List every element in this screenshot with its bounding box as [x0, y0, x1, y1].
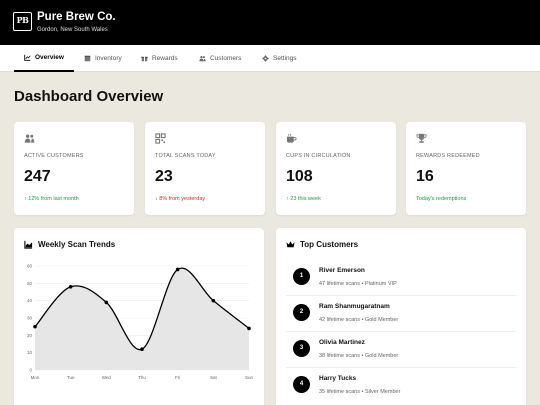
- area-chart-icon: [24, 240, 33, 249]
- tab-label: Inventory: [95, 54, 122, 62]
- rank-badge: 4: [293, 376, 310, 393]
- customer-meta: 35 lifetime scans • Silver Member: [319, 389, 401, 395]
- main-nav: Overview Inventory Rewards Customers Set…: [0, 45, 540, 72]
- weekly-scan-trends-panel: Weekly Scan Trends 0 10 20 30 40 50 60 Mon Tue We…: [14, 228, 264, 405]
- stat-card-active-customers: ACTIVE CUSTOMERS 247 ↑ 12% from last mon…: [14, 122, 134, 215]
- list-item[interactable]: 3 Olivia Martinez 38 lifetime scans • Go…: [286, 333, 516, 368]
- qr-code-icon: [155, 133, 166, 144]
- x-tick-label: Mon: [31, 375, 40, 380]
- trophy-icon: [416, 133, 427, 143]
- tab-customers[interactable]: Customers: [199, 45, 241, 72]
- customer-meta: 42 lifetime scans • Gold Member: [319, 317, 399, 323]
- stat-value: 108: [286, 168, 313, 185]
- x-tick-label: Fri: [175, 375, 180, 380]
- stat-card-total-scans: TOTAL SCANS TODAY 23 ↓ 8% from yesterday: [145, 122, 265, 215]
- data-point: [104, 300, 109, 305]
- customer-meta: 38 lifetime scans • Gold Member: [319, 353, 399, 359]
- customer-meta: 47 lifetime scans • Platinum VIP: [319, 281, 397, 287]
- trend-text: 12% from last month: [28, 196, 79, 202]
- tab-label: Settings: [273, 54, 297, 62]
- stat-card-cups-in-circulation: CUPS IN CIRCULATION 108 ↑ 23 this week: [276, 122, 396, 215]
- chart-icon: [24, 54, 31, 61]
- y-tick-label: 20: [27, 333, 33, 338]
- tab-inventory[interactable]: Inventory: [84, 45, 122, 72]
- app-header: PB Pure Brew Co. Gordon, New South Wales: [0, 0, 540, 45]
- trend-text: 23 this week: [290, 196, 321, 202]
- y-tick-label: 10: [27, 350, 33, 355]
- customer-name: Harry Tucks: [319, 375, 357, 382]
- rank-badge: 2: [293, 304, 310, 321]
- stat-label: TOTAL SCANS TODAY: [155, 153, 216, 159]
- list-item[interactable]: 1 River Emerson 47 lifetime scans • Plat…: [286, 261, 516, 296]
- users-icon: [24, 134, 35, 143]
- y-tick-label: 50: [27, 281, 33, 286]
- panel-title-text: Weekly Scan Trends: [38, 240, 116, 249]
- panel-title: Weekly Scan Trends: [24, 240, 115, 249]
- stat-value: 247: [24, 168, 51, 185]
- gear-icon: [262, 55, 269, 62]
- customer-name: River Emerson: [319, 267, 365, 274]
- users-icon: [199, 55, 206, 62]
- y-tick-label: 30: [27, 316, 33, 321]
- y-tick-label: 0: [29, 368, 32, 373]
- list-item[interactable]: 2 Ram Shanmugaratnam 42 lifetime scans •…: [286, 297, 516, 332]
- tab-overview[interactable]: Overview: [14, 45, 74, 72]
- stat-label: REWARDS REDEEMED: [416, 153, 480, 159]
- stat-trend: Today's redemptions: [416, 196, 467, 202]
- stat-label: ACTIVE CUSTOMERS: [24, 153, 84, 159]
- x-tick-label: Tue: [67, 375, 75, 380]
- trend-text: 8% from yesterday: [159, 196, 206, 202]
- y-tick-label: 40: [27, 298, 33, 303]
- x-tick-label: Wed: [102, 375, 112, 380]
- stat-label: CUPS IN CIRCULATION: [286, 153, 351, 159]
- y-tick-label: 60: [27, 264, 33, 269]
- scan-trends-chart: 0 10 20 30 40 50 60 Mon Tue Wed Thu Fri Sat Sun: [27, 264, 254, 381]
- tab-label: Rewards: [152, 54, 178, 62]
- tab-label: Overview: [35, 53, 64, 61]
- list-item[interactable]: 4 Harry Tucks 35 lifetime scans • Silver…: [286, 369, 516, 404]
- customer-name: Ram Shanmugaratnam: [319, 303, 390, 310]
- x-tick-label: Sun: [245, 375, 254, 380]
- stat-trend: ↑ 12% from last month: [24, 196, 79, 202]
- top-customers-panel: Top Customers 1 River Emerson 47 lifetim…: [276, 228, 526, 405]
- panel-title-text: Top Customers: [300, 240, 359, 249]
- crown-icon: [286, 241, 295, 248]
- data-point: [247, 326, 251, 331]
- data-point: [68, 285, 73, 289]
- rank-badge: 3: [293, 340, 310, 357]
- stat-value: 16: [416, 168, 434, 185]
- brand-logo[interactable]: PB: [13, 12, 32, 31]
- tab-label: Customers: [210, 54, 242, 62]
- x-tick-label: Thu: [138, 375, 146, 380]
- data-point: [211, 298, 216, 303]
- box-icon: [84, 55, 91, 62]
- tab-settings[interactable]: Settings: [262, 45, 297, 72]
- x-tick-label: Sat: [210, 375, 218, 380]
- store-location: Gordon, New South Wales: [37, 27, 108, 33]
- stat-card-rewards-redeemed: REWARDS REDEEMED 16 Today's redemptions: [406, 122, 526, 215]
- page-title: Dashboard Overview: [14, 88, 164, 105]
- data-point: [175, 267, 180, 272]
- coffee-cup-icon: [286, 133, 297, 143]
- stat-trend: ↑ 23 this week: [286, 196, 321, 202]
- stat-value: 23: [155, 168, 173, 185]
- customer-name: Olivia Martinez: [319, 339, 365, 346]
- brand-name: Pure Brew Co.: [37, 11, 116, 23]
- rank-badge: 1: [293, 268, 310, 285]
- tab-rewards[interactable]: Rewards: [141, 45, 178, 72]
- data-point: [140, 347, 144, 351]
- stat-trend: ↓ 8% from yesterday: [155, 196, 206, 202]
- panel-title: Top Customers: [286, 240, 358, 249]
- gift-icon: [141, 56, 148, 62]
- data-point: [33, 324, 37, 329]
